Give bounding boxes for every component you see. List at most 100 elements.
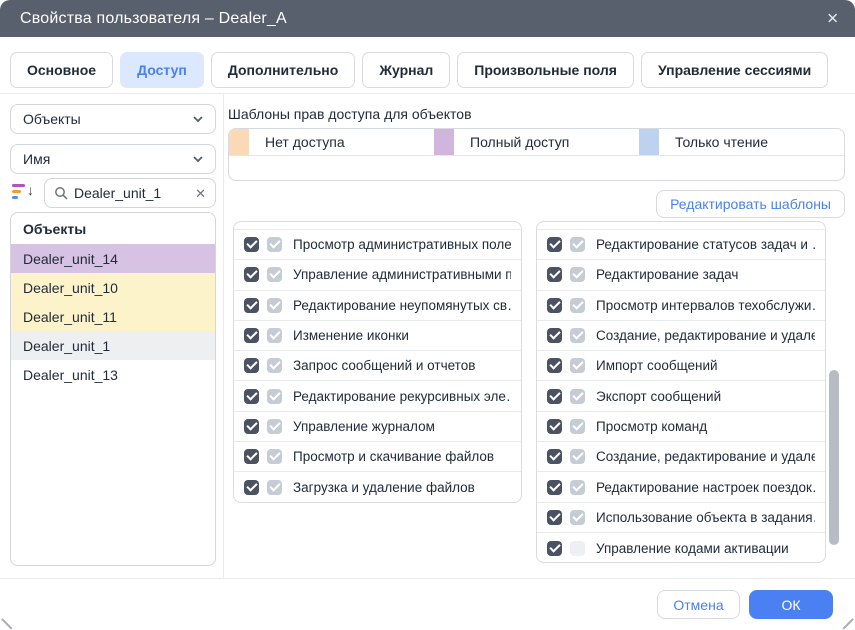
permission-checkbox[interactable] xyxy=(547,328,562,343)
permission-checkbox[interactable] xyxy=(244,267,259,282)
list-item[interactable]: Dealer_unit_13 xyxy=(11,360,215,389)
permission-row: Управление кодами активации xyxy=(537,533,825,563)
permission-checkbox[interactable] xyxy=(547,358,562,373)
permission-checkbox-secondary[interactable] xyxy=(267,419,282,434)
legend-label: Полный доступ xyxy=(454,134,569,150)
tab[interactable]: Основное xyxy=(10,52,113,88)
permission-checkbox[interactable] xyxy=(547,449,562,464)
ok-button[interactable]: ОК xyxy=(749,590,833,619)
legend-label: Нет доступа xyxy=(249,134,345,150)
permission-checkbox-secondary[interactable] xyxy=(267,449,282,464)
permission-checkbox-secondary[interactable] xyxy=(267,328,282,343)
permission-row: Редактирование настроек поездок… xyxy=(537,472,825,502)
permission-checkbox[interactable] xyxy=(244,389,259,404)
permission-checkbox-secondary[interactable] xyxy=(570,298,585,313)
tab[interactable]: Произвольные поля xyxy=(457,52,634,88)
templates-heading: Шаблоны прав доступа для объектов xyxy=(228,106,472,122)
permission-checkbox[interactable] xyxy=(547,480,562,495)
permission-label: Просмотр команд xyxy=(596,419,707,434)
clear-search-icon[interactable]: ✕ xyxy=(195,187,206,200)
permission-checkbox[interactable] xyxy=(244,298,259,313)
resize-grip[interactable] xyxy=(843,618,854,629)
search-field-dropdown[interactable]: Имя xyxy=(10,144,216,174)
resize-grip[interactable] xyxy=(2,618,13,629)
list-item[interactable]: Dealer_unit_11 xyxy=(11,302,215,331)
tab[interactable]: Дополнительно xyxy=(211,52,355,88)
legend-item: Только чтение xyxy=(639,129,844,155)
permission-checkbox[interactable] xyxy=(244,449,259,464)
permission-label: Загрузка и удаление файлов xyxy=(293,480,475,495)
permissions-column-right: Редактирование статусов задач и … Редакт… xyxy=(536,221,826,563)
permission-checkbox-secondary[interactable] xyxy=(267,358,282,373)
permission-label: Управление административными п… xyxy=(293,267,511,282)
permission-checkbox-secondary[interactable] xyxy=(267,480,282,495)
permission-label: Редактирование рекурсивных эле… xyxy=(293,389,511,404)
permission-checkbox-secondary[interactable] xyxy=(570,541,585,556)
search-input[interactable] xyxy=(74,185,189,201)
permission-label: Просмотр административных поле… xyxy=(293,237,511,252)
sort-icon[interactable]: ↓ xyxy=(12,181,34,203)
legend-row: Нет доступа Полный доступ Только чтение xyxy=(229,129,844,156)
tab[interactable]: Управление сессиями xyxy=(641,52,828,88)
permission-row: Редактирование статусов задач и … xyxy=(537,230,825,260)
permission-checkbox[interactable] xyxy=(547,541,562,556)
dialog-titlebar: Свойства пользователя – Dealer_A ✕ xyxy=(0,0,855,37)
legend-item: Полный доступ xyxy=(434,129,639,155)
permission-checkbox[interactable] xyxy=(244,480,259,495)
permission-checkbox-secondary[interactable] xyxy=(570,480,585,495)
legend-item: Нет доступа xyxy=(229,129,434,155)
tab[interactable]: Журнал xyxy=(362,52,450,88)
edit-templates-button[interactable]: Редактировать шаблоны xyxy=(656,190,845,218)
permission-checkbox-secondary[interactable] xyxy=(267,298,282,313)
legend-color-swatch xyxy=(434,129,454,155)
item-type-dropdown[interactable]: Объекты xyxy=(10,104,216,134)
permission-row: Управление журналом xyxy=(234,412,521,442)
sidebar-divider xyxy=(223,94,224,578)
chevron-down-icon xyxy=(193,156,203,162)
permission-checkbox-secondary[interactable] xyxy=(570,449,585,464)
permission-row: Создание, редактирование и удале… xyxy=(537,442,825,472)
permission-row: Загрузка и удаление файлов xyxy=(234,472,521,502)
user-properties-dialog: Свойства пользователя – Dealer_A ✕ Основ… xyxy=(0,0,855,630)
permission-checkbox-secondary[interactable] xyxy=(267,237,282,252)
permission-checkbox[interactable] xyxy=(547,267,562,282)
tab[interactable]: Доступ xyxy=(120,52,204,88)
permission-label: Импорт сообщений xyxy=(596,358,718,373)
permission-checkbox-secondary[interactable] xyxy=(570,389,585,404)
chevron-down-icon xyxy=(193,116,203,122)
permission-checkbox-secondary[interactable] xyxy=(570,267,585,282)
permission-label: Создание, редактирование и удале… xyxy=(596,449,815,464)
permission-row: Запрос сообщений и отчетов xyxy=(234,351,521,381)
permission-checkbox-secondary[interactable] xyxy=(570,237,585,252)
permission-checkbox-secondary[interactable] xyxy=(570,419,585,434)
permission-checkbox[interactable] xyxy=(547,510,562,525)
scrollbar-thumb[interactable] xyxy=(829,370,839,545)
permission-checkbox[interactable] xyxy=(547,237,562,252)
permission-label: Создание, редактирование и удале… xyxy=(596,328,815,343)
tab-bar: ОсновноеДоступДополнительноЖурналПроизво… xyxy=(10,52,828,88)
permissions-column-left: Просмотр административных поле… Управлен… xyxy=(233,221,522,503)
permission-checkbox-secondary[interactable] xyxy=(570,358,585,373)
permission-checkbox-secondary[interactable] xyxy=(267,267,282,282)
search-field-value: Имя xyxy=(23,151,50,167)
close-icon[interactable]: ✕ xyxy=(826,11,839,26)
permission-label: Управление журналом xyxy=(293,419,435,434)
permission-label: Экспорт сообщений xyxy=(596,389,721,404)
list-item[interactable]: Dealer_unit_14 xyxy=(11,244,215,273)
objects-list-header: Объекты xyxy=(11,213,215,244)
permission-checkbox[interactable] xyxy=(547,389,562,404)
permission-checkbox-secondary[interactable] xyxy=(267,389,282,404)
list-item[interactable]: Dealer_unit_1 xyxy=(11,331,215,360)
permission-checkbox[interactable] xyxy=(244,237,259,252)
permission-label: Редактирование неупомянутых св… xyxy=(293,298,511,313)
permission-row: Управление административными п… xyxy=(234,260,521,290)
cancel-button[interactable]: Отмена xyxy=(657,590,740,619)
permission-checkbox[interactable] xyxy=(547,298,562,313)
permission-checkbox[interactable] xyxy=(244,328,259,343)
permission-checkbox[interactable] xyxy=(244,358,259,373)
permission-checkbox[interactable] xyxy=(547,419,562,434)
permission-checkbox[interactable] xyxy=(244,419,259,434)
permission-checkbox-secondary[interactable] xyxy=(570,510,585,525)
permission-checkbox-secondary[interactable] xyxy=(570,328,585,343)
list-item[interactable]: Dealer_unit_10 xyxy=(11,273,215,302)
